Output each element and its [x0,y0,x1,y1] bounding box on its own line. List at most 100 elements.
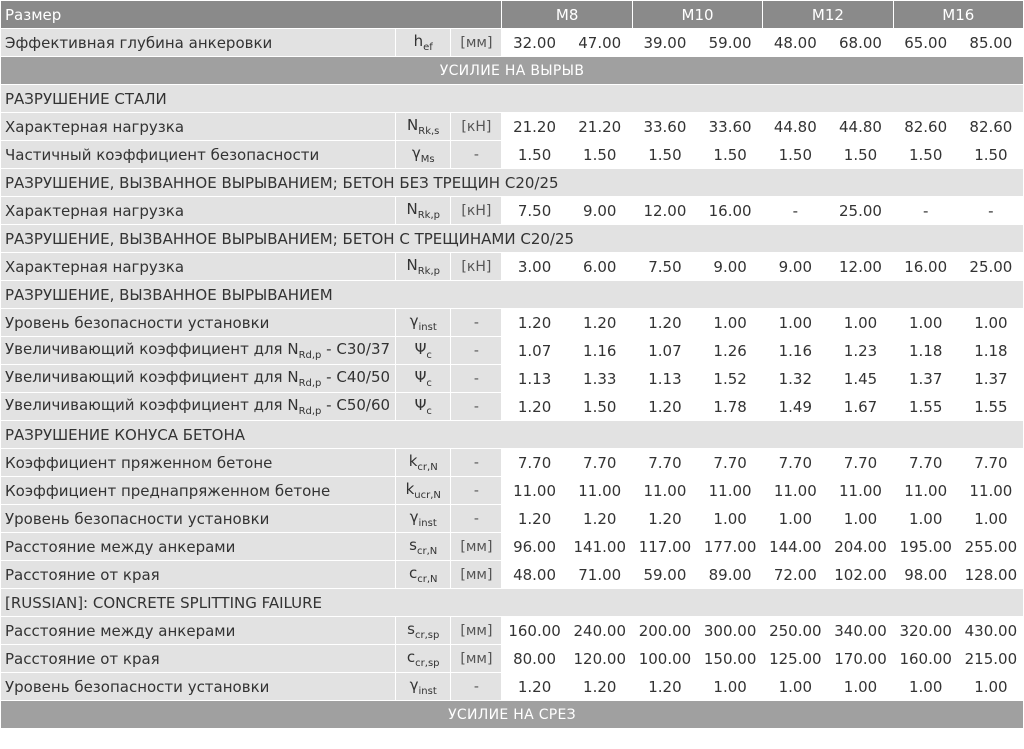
value-cell: 11.00 [631,476,699,505]
row-symbol: hef [395,28,452,57]
table-row: Уровень безопасности установки γinst -1.20… [0,504,1024,533]
value-cell: 125.00 [762,644,829,673]
value-cell: 1.50 [892,140,959,169]
value-cell: 1.50 [762,140,829,169]
size-header-label: Размер [0,0,503,29]
symbol-base: N [407,116,419,134]
table-row: Характерная нагрузка NRk,s [кН] 21.20 21.20 3… [0,112,1024,141]
value-cell: 32.00 [501,28,568,57]
value-cell: 1.00 [697,504,764,533]
row-unit: - [450,672,503,701]
symbol-base: γ [409,676,419,694]
table-row: Коэффициент пряженном бетоне kcr,N -7.70 7.… [0,448,1024,477]
value-cell: 3.00 [501,252,568,281]
row-label-text: Уровень безопасности установки [5,677,270,696]
value-cell: 340.00 [827,616,894,645]
value-cell: 1.00 [957,308,1024,337]
size-m12-header: M12 [762,0,894,29]
symbol-subscript: cr,N [417,462,438,473]
row-label: Коэффициент преднапряженном бетоне [0,476,397,505]
symbol-subscript: inst [418,686,437,697]
section-heading: РАЗРУШЕНИЕ, ВЫЗВАННОЕ ВЫРЫВАНИЕМ; БЕТОН … [0,168,1024,197]
value-cell: 1.50 [631,140,699,169]
band-title: УСИЛИЕ НА ВЫРЫВ [0,56,1024,85]
row-label: Расстояние между анкерами [0,532,397,561]
symbol-subscript: Rk,p [417,210,440,221]
value-cell: 1.50 [827,140,894,169]
value-cell: 1.20 [501,392,568,421]
symbol-subscript: c [426,350,432,361]
row-label-tail: - C40/50 [321,368,391,386]
value-cell: - [762,196,829,225]
row-label-text: Уровень безопасности установки [5,509,270,528]
row-unit: - [450,392,503,421]
value-cell: 80.00 [501,644,568,673]
value-cell: 1.20 [631,308,699,337]
value-cell: 177.00 [697,532,764,561]
symbol-subscript: inst [418,322,437,333]
table-row: Расстояние от края ccr,N [мм] 48.00 71.00 59.… [0,560,1024,589]
row-label-text: Частичный коэффициент безопасности [5,145,320,164]
row-symbol: kcr,N [395,448,452,477]
value-cell: 85.00 [957,28,1024,57]
table-row: Характерная нагрузка NRk,p [кН] 3.00 6.00 7.5… [0,252,1024,281]
value-cell: 21.20 [501,112,568,141]
value-cell: 25.00 [957,252,1024,281]
row-unit: [кН] [450,196,503,225]
value-cell: 1.16 [566,336,633,365]
value-cell: 1.00 [827,504,894,533]
value-cell: 11.00 [762,476,829,505]
value-cell: 1.20 [501,672,568,701]
row-symbol: γinst [395,504,452,533]
row-label-tail: - C30/37 [321,340,391,358]
value-cell: 33.60 [631,112,699,141]
value-cell: 7.70 [762,448,829,477]
row-unit: - [450,364,503,393]
row-label-text: Увеличивающий коэффициент для N [5,396,299,414]
value-cell: 160.00 [892,644,959,673]
table-row: Расстояние между анкерами scr,N [мм] 96.00 1… [0,532,1024,561]
symbol-base: γ [409,508,419,526]
value-cell: 7.70 [697,448,764,477]
value-cell: 255.00 [957,532,1024,561]
size-m8-header: M8 [501,0,633,29]
row-unit: [мм] [450,560,503,589]
value-cell: 7.70 [957,448,1024,477]
value-cell: 1.00 [762,672,829,701]
row-label-text: Увеличивающий коэффициент для N [5,340,299,358]
value-cell: 16.00 [697,196,764,225]
symbol-base: c [406,648,416,666]
anchor-spec-table: Размер M8 M10 M12 M16 Эффективная глубин… [0,0,1024,729]
row-label: Частичный коэффициент безопасности [0,140,397,169]
value-cell: 1.20 [501,308,568,337]
row-label: Характерная нагрузка [0,196,397,225]
value-cell: 1.18 [892,336,959,365]
row-label: Увеличивающий коэффициент для NRd,p - C5… [0,392,397,421]
symbol-subscript: cr,N [416,546,438,557]
row-unit: - [450,448,503,477]
value-cell: 33.60 [697,112,764,141]
row-symbol: scr,sp [395,616,452,645]
row-label: Коэффициент пряженном бетоне [0,448,397,477]
value-cell: 9.00 [697,252,764,281]
row-label: Уровень безопасности установки [0,308,397,337]
symbol-subscript: ef [423,42,433,53]
row-label-text: Расстояние между анкерами [5,621,236,640]
value-cell: 1.13 [501,364,568,393]
value-cell: 215.00 [957,644,1024,673]
symbol-subscript: cr,sp [414,630,440,641]
row-symbol: NRk,p [395,252,452,281]
value-cell: 1.00 [762,308,829,337]
table-row: Уровень безопасности установки γinst -1.20… [0,308,1024,337]
value-cell: 1.45 [827,364,894,393]
table-row: Коэффициент преднапряженном бетоне kucr,N… [0,476,1024,505]
row-symbol: kucr,N [395,476,452,505]
value-cell: 59.00 [631,560,699,589]
table-row: Характерная нагрузка NRk,p [кН] 7.50 9.00 12.… [0,196,1024,225]
value-cell: 21.20 [566,112,633,141]
row-label-text: Увеличивающий коэффициент для N [5,368,299,386]
value-cell: 96.00 [501,532,568,561]
symbol-base: N [406,256,418,274]
value-cell: 1.20 [566,504,633,533]
row-label-text: Уровень безопасности установки [5,313,270,332]
